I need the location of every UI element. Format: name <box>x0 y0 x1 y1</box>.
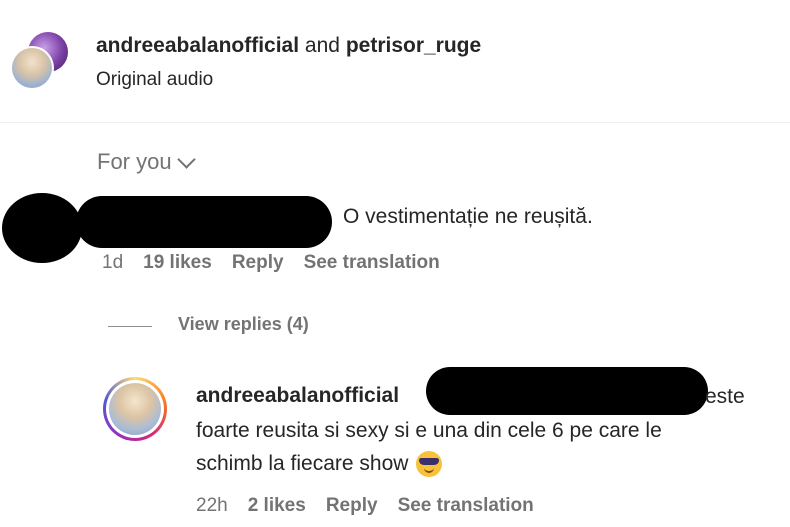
author-link-1[interactable]: andreeabalanofficial <box>96 34 299 57</box>
redacted-username <box>76 196 332 248</box>
reply-time: 22h <box>196 495 228 516</box>
comment-time: 1d <box>102 252 124 273</box>
authors-joiner: and <box>304 34 340 57</box>
sort-label: For you <box>97 149 172 174</box>
redacted-avatar <box>2 193 82 263</box>
header-divider <box>0 122 790 123</box>
reply-meta: 22h 2 likes Reply See translation <box>196 495 534 517</box>
comment-text: O vestimentație ne reușită. <box>343 205 593 228</box>
reply-reply-button[interactable]: Reply <box>326 495 378 517</box>
reply-text-line2: foarte reusita si sexy si e una din cele… <box>196 419 662 442</box>
sunglasses-emoji-icon <box>416 451 443 477</box>
view-replies-button[interactable]: View replies (4) <box>178 314 309 335</box>
redacted-mention <box>426 367 708 415</box>
post-authors: andreeabalanofficial and petrisor_ruge <box>96 34 481 58</box>
reply-button[interactable]: Reply <box>232 252 284 274</box>
author-link-2[interactable]: petrisor_ruge <box>346 34 481 57</box>
comment-sort-dropdown[interactable]: For you <box>97 149 196 175</box>
reply-text-line3-text: schimb la fiecare show <box>196 452 409 475</box>
replies-divider-line <box>108 326 152 327</box>
reply-text-line3: schimb la fiecare show <box>196 451 443 477</box>
avatar-andreea <box>10 46 54 90</box>
chevron-down-icon <box>176 149 196 169</box>
reply-text-tail: este <box>705 385 745 408</box>
reply-avatar[interactable] <box>103 377 167 441</box>
comment-likes[interactable]: 19 likes <box>143 252 212 274</box>
reply-username[interactable]: andreeabalanofficial <box>196 384 399 408</box>
reply-likes[interactable]: 2 likes <box>248 495 306 517</box>
reply-see-translation-button[interactable]: See translation <box>398 495 534 517</box>
collab-avatars[interactable] <box>10 30 72 92</box>
see-translation-button[interactable]: See translation <box>304 252 440 274</box>
audio-label[interactable]: Original audio <box>96 69 213 91</box>
comment-meta: 1d 19 likes Reply See translation <box>102 252 440 274</box>
